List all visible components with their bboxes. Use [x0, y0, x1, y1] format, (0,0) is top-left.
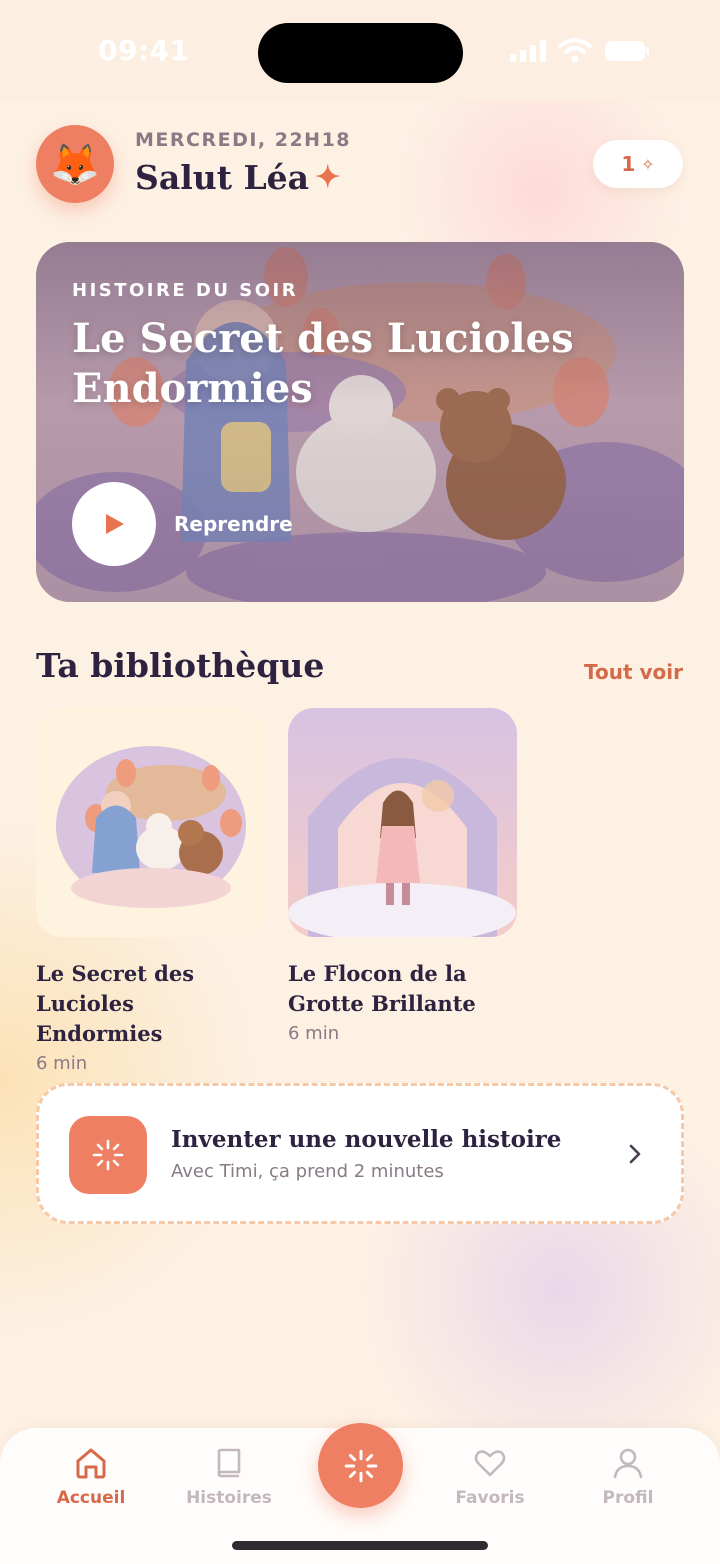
battery-icon: [605, 41, 649, 61]
dynamic-island: [258, 23, 463, 83]
magic-icon-box: [69, 1116, 147, 1194]
play-icon: [106, 514, 124, 534]
fox-face-icon: 🦊: [50, 141, 100, 188]
see-all-link[interactable]: Tout voir: [584, 660, 683, 684]
magic-sparkle-icon: [92, 1139, 124, 1171]
status-bar: 09:41: [0, 0, 720, 100]
avatar[interactable]: 🦊: [36, 125, 114, 203]
star-icon: ✧: [641, 154, 655, 174]
cellular-signal-icon: [510, 40, 546, 62]
library-title: Ta bibliothèque: [36, 646, 325, 685]
play-button[interactable]: [72, 482, 156, 566]
book-cover-image: [36, 708, 265, 937]
create-story-card[interactable]: Inventer une nouvelle histoire Avec Timi…: [36, 1083, 684, 1224]
book-title: Le Flocon de la Grotte Brillante: [288, 961, 476, 1016]
date-label: MERCREDI, 22H18: [135, 129, 352, 151]
credits-count: 1: [621, 152, 636, 176]
magic-sparkle-icon: [344, 1449, 377, 1482]
credits-badge[interactable]: 1 ✧: [593, 140, 683, 188]
status-time: 09:41: [98, 34, 190, 67]
create-story-fab[interactable]: [318, 1423, 403, 1508]
create-story-title: Inventer une nouvelle histoire: [171, 1126, 562, 1153]
tab-label: Favoris: [455, 1488, 525, 1508]
hero-kicker: HISTOIRE DU SOIR: [72, 280, 299, 301]
book-duration: 6 min: [36, 1053, 88, 1074]
user-icon: [613, 1448, 643, 1479]
book-title: Le Secret des Lucioles Endormies: [36, 961, 195, 1046]
resume-label[interactable]: Reprendre: [174, 512, 293, 536]
tab-home[interactable]: Accueil: [31, 1446, 151, 1508]
library-book-card[interactable]: Le Flocon de la Grotte Brillante 6 min: [288, 708, 517, 1044]
chevron-right-icon: [629, 1144, 641, 1164]
heart-icon: [474, 1450, 506, 1477]
tab-profile[interactable]: Profil: [568, 1446, 688, 1508]
library-book-card[interactable]: Le Secret des Lucioles Endormies 6 min: [36, 708, 265, 1074]
greeting-text: Salut Léa: [135, 158, 310, 197]
book-icon: [217, 1448, 241, 1478]
hero-title: Le Secret des Lucioles Endormies: [72, 315, 574, 412]
tab-stories[interactable]: Histoires: [169, 1446, 289, 1508]
featured-story-card[interactable]: HISTOIRE DU SOIR Le Secret des Lucioles …: [36, 242, 684, 602]
tab-label: Profil: [602, 1488, 654, 1508]
tab-label: Histoires: [186, 1488, 272, 1508]
tab-label: Accueil: [56, 1488, 126, 1508]
home-indicator: [232, 1541, 488, 1550]
home-icon: [76, 1448, 106, 1479]
create-story-subtitle: Avec Timi, ça prend 2 minutes: [171, 1161, 444, 1182]
greeting-title: Salut Léa ✦: [135, 158, 340, 197]
wifi-icon: [558, 38, 592, 63]
tab-favorites[interactable]: Favoris: [430, 1446, 550, 1508]
book-cover-image: [288, 708, 517, 943]
book-duration: 6 min: [288, 1023, 340, 1044]
sparkle-icon: ✦: [315, 160, 341, 195]
